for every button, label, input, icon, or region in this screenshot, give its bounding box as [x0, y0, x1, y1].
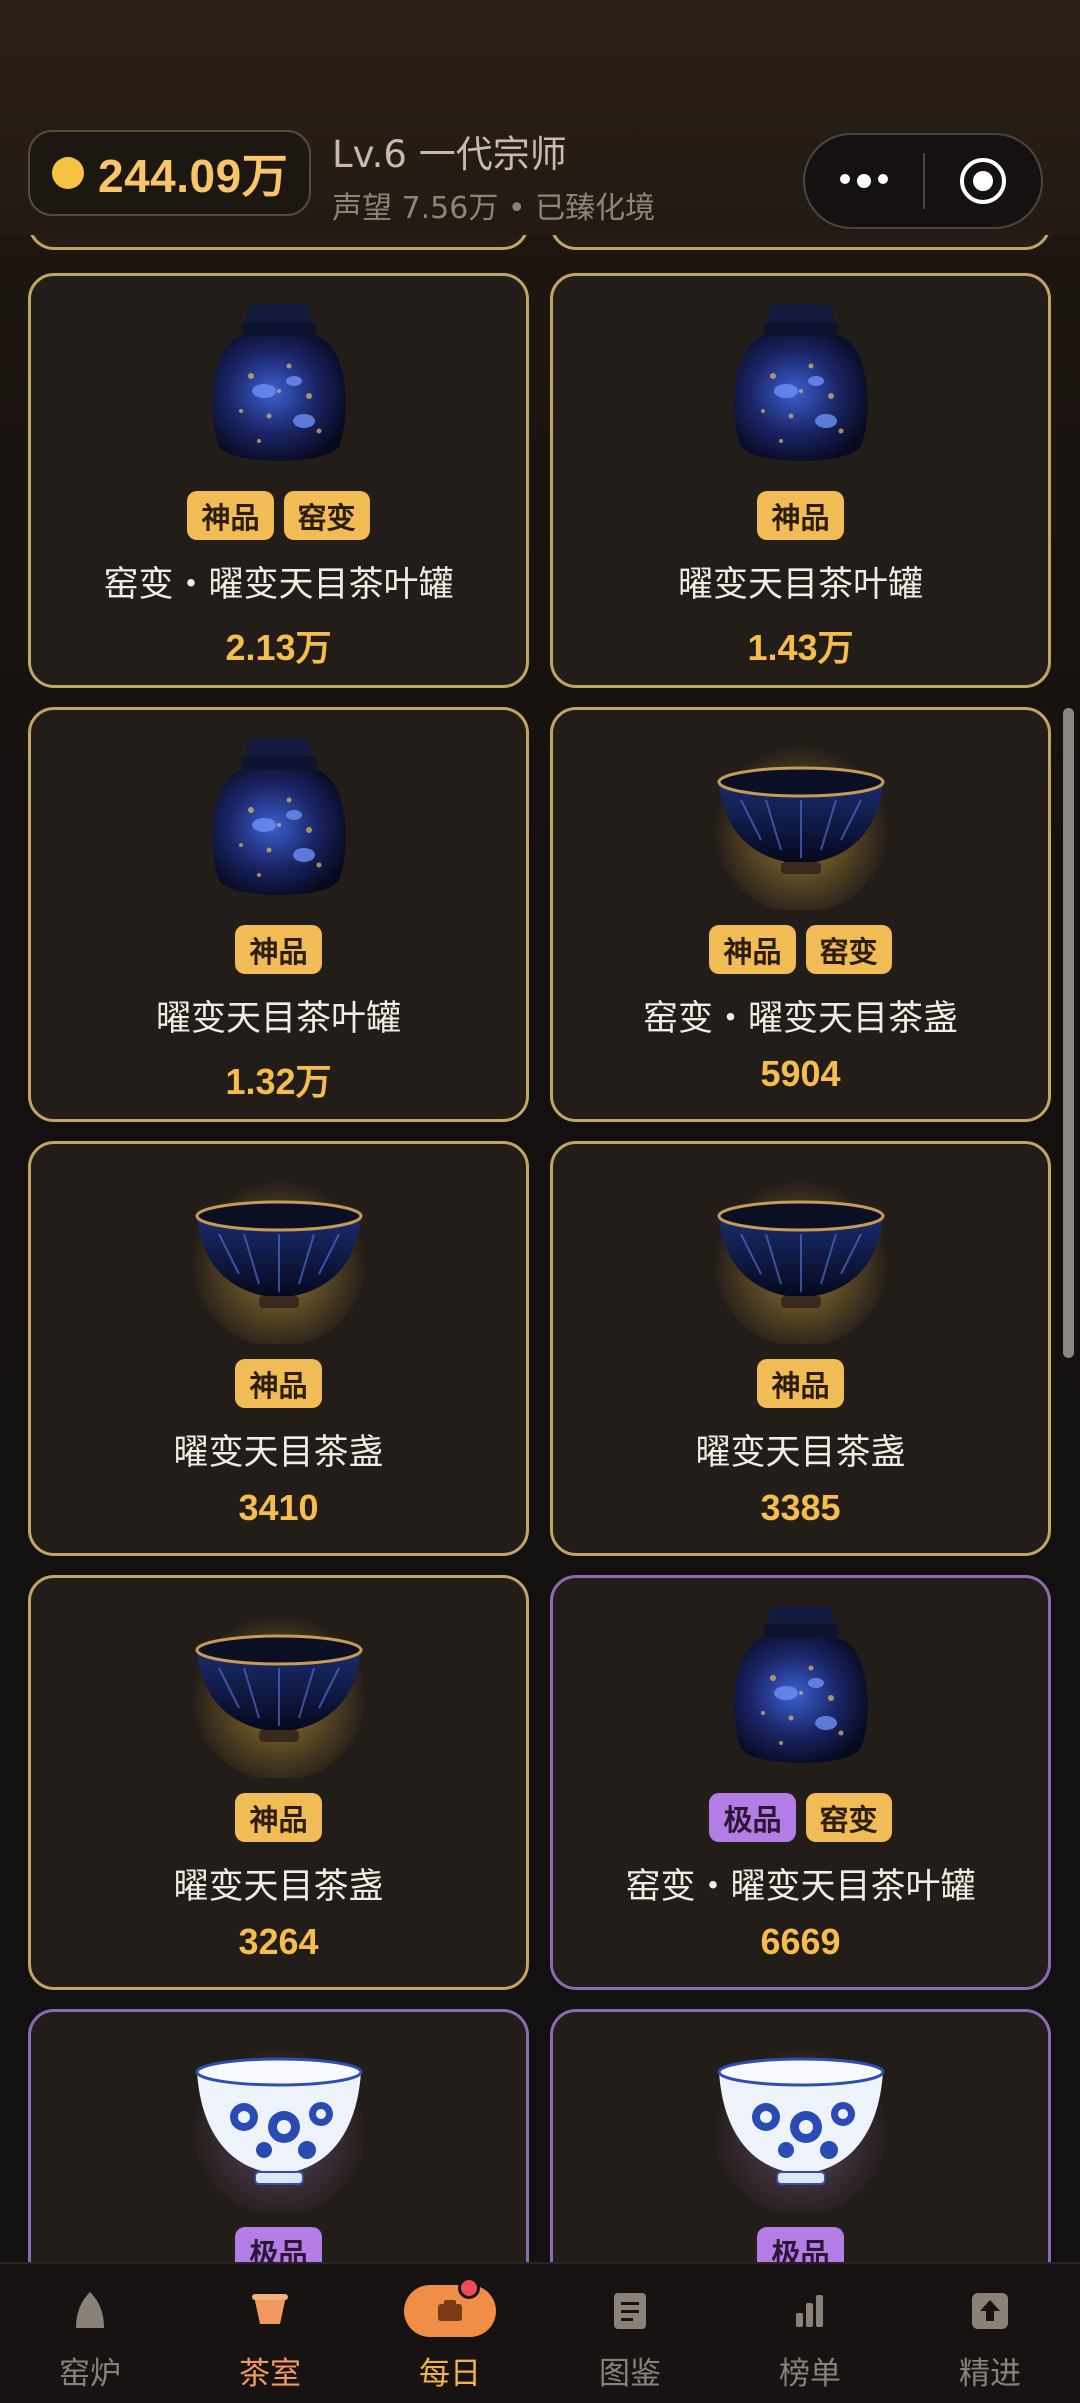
badge-row: 神品 [553, 491, 1048, 540]
badge-row: 神品 [31, 925, 526, 974]
rarity-badge: 神品 [757, 1359, 844, 1408]
notification-dot [458, 2277, 480, 2299]
badge-row: 神品 [553, 1359, 1048, 1408]
item-card[interactable]: 神品曜变天目茶叶罐 1.43万 [550, 273, 1051, 688]
item-name: 曜变天目茶叶罐 [677, 565, 923, 605]
item-price: 5904 [760, 1053, 841, 1094]
rarity-badge: 窑变 [805, 1793, 892, 1842]
tab-label: 图鉴 [599, 2356, 661, 2392]
reputation-line: 声望 7.56万 • 已臻化境 [332, 191, 656, 226]
item-name: 窑变・曜变天目茶叶罐 [625, 1867, 976, 1907]
tea-jar-image [189, 296, 369, 476]
tab-daily[interactable]: 每日 [360, 2264, 540, 2403]
item-card[interactable]: 神品曜变天目茶盏 3385 [550, 1141, 1051, 1556]
tab-label: 精进 [959, 2356, 1021, 2392]
badge-row: 神品 窑变 [31, 491, 526, 540]
close-target-icon[interactable] [925, 156, 1041, 206]
upgrade-icon [965, 2286, 1015, 2336]
tea-bowl-image [189, 1164, 369, 1347]
item-name: 曜变天目茶盏 [695, 1433, 906, 1473]
tab-catalog[interactable]: 图鉴 [540, 2264, 720, 2403]
rarity-badge: 极品 [709, 1793, 796, 1842]
tab-label: 窑炉 [59, 2356, 121, 2392]
coin-icon [52, 157, 84, 189]
badge-row: 神品 [31, 1793, 526, 1842]
rarity-badge: 窑变 [283, 491, 370, 540]
item-card[interactable]: 神品曜变天目茶盏 3264 [28, 1575, 529, 1990]
item-card[interactable]: 神品曜变天目茶叶罐 1.32万 [28, 707, 529, 1122]
rarity-badge: 神品 [235, 1359, 322, 1408]
item-price: 1.32万 [225, 1061, 332, 1102]
item-price: 1.43万 [747, 627, 854, 668]
ranking-icon [785, 2286, 835, 2336]
item-card[interactable]: 神品 窑变窑变・曜变天目茶叶罐 2.13万 [28, 273, 529, 688]
daily-box-icon [404, 2285, 496, 2337]
item-price: 3410 [238, 1487, 319, 1528]
bottom-nav: 窑炉 茶室 每日 图鉴 榜单 精进 [0, 2262, 1080, 2403]
rarity-badge: 神品 [187, 491, 274, 540]
rarity-badge: 神品 [757, 491, 844, 540]
tea-cup-icon [245, 2286, 295, 2336]
coin-balance[interactable]: 244.09万 [28, 130, 311, 216]
tab-upgrade[interactable]: 精进 [900, 2264, 1080, 2403]
tea-bowl-image [189, 1598, 369, 1781]
tea-cup-image [711, 2032, 891, 2215]
miniprogram-capsule [803, 133, 1043, 229]
coin-amount: 244.09万 [98, 150, 289, 202]
tab-tea-room[interactable]: 茶室 [180, 2264, 360, 2403]
badge-row: 极品 窑变 [553, 1793, 1048, 1842]
tab-kiln[interactable]: 窑炉 [0, 2264, 180, 2403]
tea-bowl-image [711, 1164, 891, 1347]
scrollbar[interactable] [1063, 708, 1074, 1358]
item-card[interactable]: 神品 窑变窑变・曜变天目茶盏 5904 [550, 707, 1051, 1122]
badge-row: 神品 [31, 1359, 526, 1408]
rarity-badge: 神品 [235, 925, 322, 974]
item-price: 3385 [760, 1487, 841, 1528]
item-price: 2.13万 [225, 627, 332, 668]
item-name: 窑变・曜变天目茶叶罐 [103, 565, 454, 605]
item-card[interactable]: 极品 窑变窑变・曜变天目茶叶罐 6669 [550, 1575, 1051, 1990]
player-level: Lv.6 一代宗师 [332, 133, 567, 176]
item-card[interactable]: 神品曜变天目茶盏 3410 [28, 1141, 529, 1556]
item-price: 3264 [238, 1921, 319, 1962]
top-bar: 244.09万 Lv.6 一代宗师 声望 7.56万 • 已臻化境 [0, 0, 1080, 235]
tab-label: 茶室 [239, 2356, 301, 2392]
tab-ranking[interactable]: 榜单 [720, 2264, 900, 2403]
catalog-icon [605, 2286, 655, 2336]
tea-bowl-image [711, 730, 891, 913]
tea-jar-image [711, 1598, 891, 1778]
item-price: 6669 [760, 1921, 841, 1962]
tab-label: 每日 [419, 2356, 481, 2392]
tab-label: 榜单 [779, 2356, 841, 2392]
rarity-badge: 窑变 [805, 925, 892, 974]
item-name: 窑变・曜变天目茶盏 [642, 999, 958, 1039]
page: 神品 窑变 窑变・曜变天目茶叶罐 2.13万 神品 曜变天目茶叶罐 1.43万 神品 曜变天目茶… [0, 0, 1080, 2403]
tea-cup-image [189, 2032, 369, 2215]
tea-jar-image [711, 296, 891, 476]
tea-jar-image [189, 730, 369, 910]
rarity-badge: 神品 [235, 1793, 322, 1842]
rarity-badge: 神品 [709, 925, 796, 974]
item-name: 曜变天目茶盏 [173, 1867, 384, 1907]
item-name: 曜变天目茶叶罐 [155, 999, 401, 1039]
badge-row: 神品 窑变 [553, 925, 1048, 974]
kiln-icon [65, 2286, 115, 2336]
more-menu-button[interactable] [805, 174, 923, 188]
item-name: 曜变天目茶盏 [173, 1433, 384, 1473]
